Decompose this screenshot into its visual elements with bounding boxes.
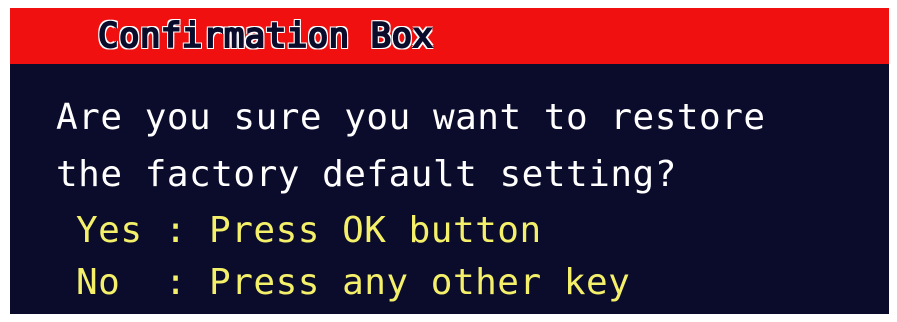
confirmation-dialog: Confirmation Box Are you sure you want t… [8, 6, 891, 316]
message-line-2: the factory default setting? [56, 154, 677, 195]
dialog-title-bar: Confirmation Box [10, 8, 889, 64]
yes-option[interactable]: Yes : Press OK button [76, 209, 542, 253]
message-line-1: Are you sure you want to restore [56, 97, 766, 138]
dialog-title: Confirmation Box [97, 15, 434, 57]
no-option[interactable]: No : Press any other key [76, 261, 630, 305]
